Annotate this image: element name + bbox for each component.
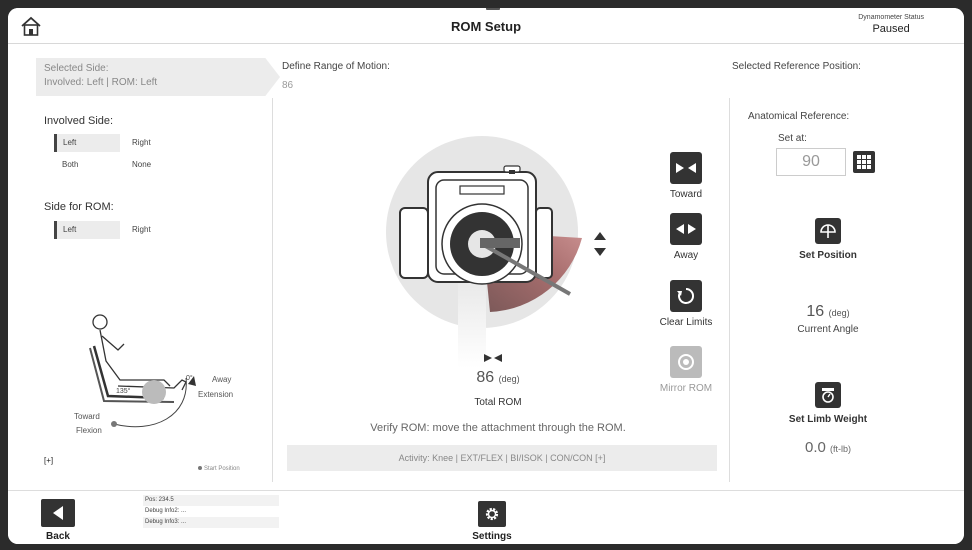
selected-side-summary: Selected Side: Involved: Left | ROM: Lef…: [36, 58, 280, 96]
selected-side-label: Selected Side:: [44, 63, 109, 74]
settings-label: Settings: [472, 531, 512, 542]
limb-weight-value: 0.0 (ft-lb): [768, 439, 888, 456]
start-position-legend-dot: [198, 466, 202, 471]
define-rom-value: 86: [282, 80, 294, 91]
involved-side-title: Involved Side:: [44, 115, 114, 127]
mirror-icon: [670, 346, 702, 378]
total-rom-value: 86 (deg): [418, 369, 578, 387]
knee-position-diagram: [89, 314, 196, 428]
side-for-rom-left[interactable]: Left: [54, 221, 120, 239]
selected-side-value: Involved: Left | ROM: Left: [44, 77, 158, 88]
mirror-rom-label: Mirror ROM: [659, 383, 713, 394]
flexion-label: Flexion: [76, 426, 102, 435]
current-angle-number: 16: [806, 303, 825, 320]
activity-bar[interactable]: Activity: Knee | EXT/FLEX | BI/ISOK | CO…: [287, 445, 717, 471]
limb-weight-number: 0.0: [804, 439, 826, 456]
settings-button[interactable]: [478, 501, 506, 527]
divider-right: [729, 98, 730, 482]
toward-label: Toward: [669, 189, 703, 200]
start-position-dot: [111, 421, 117, 427]
set-at-input[interactable]: 90: [776, 148, 846, 176]
define-rom-label: Define Range of Motion:: [282, 61, 390, 72]
away-label: Away: [673, 250, 699, 261]
clear-limits-label: Clear Limits: [659, 317, 713, 328]
reset-icon: [670, 280, 702, 312]
scale-icon: [815, 382, 841, 408]
toward-arrows-icon: [484, 354, 502, 362]
footer-bar: Back Pos: 234.5 Debug Info2: ... Debug I…: [8, 490, 964, 544]
back-label: Back: [46, 531, 70, 542]
left-handle: [399, 207, 429, 279]
dynamometer-status-label: Dynamometer Status: [858, 14, 924, 21]
current-angle-value: 16 (deg): [768, 303, 888, 321]
mirror-rom-button: Mirror ROM: [648, 346, 724, 394]
limb-weight-unit: (ft-lb): [830, 444, 852, 454]
involved-side-none[interactable]: None: [124, 156, 184, 174]
divider-left: [272, 98, 273, 482]
gear-icon: [485, 507, 499, 521]
set-position-label: Set Position: [799, 250, 857, 261]
dynamometer-status-value: Paused: [872, 23, 910, 35]
toward-icon: [670, 152, 702, 184]
angle-max-label: 135°: [116, 388, 131, 395]
debug-line: Pos: 234.5: [143, 495, 279, 506]
toward-button[interactable]: Toward: [648, 152, 724, 200]
start-position-legend: Start Position: [198, 466, 240, 472]
angle-zero-label: 0°: [186, 375, 193, 382]
back-button[interactable]: [41, 499, 75, 527]
involved-side-right[interactable]: Right: [124, 134, 184, 152]
back-arrow-icon: [53, 506, 63, 520]
clear-limits-button[interactable]: Clear Limits: [648, 280, 724, 328]
window-indicator: [486, 8, 500, 10]
debug-line: Debug Info2: ...: [145, 508, 187, 514]
total-rom-number: 86: [476, 369, 495, 386]
start-position-legend-label: Start Position: [204, 466, 240, 472]
away-icon: [670, 213, 702, 245]
selected-reference-label: Selected Reference Position:: [732, 61, 861, 72]
right-handle: [535, 207, 553, 279]
rom-setup-screen: ROM Setup Dynamometer Status Paused Sele…: [8, 8, 964, 544]
away-button[interactable]: Away: [648, 213, 724, 261]
current-angle-unit: (deg): [828, 308, 850, 318]
expand-button[interactable]: [+]: [44, 456, 53, 465]
dynamometer-rom-diagram: [386, 136, 606, 368]
total-rom-unit: (deg): [498, 374, 520, 384]
umbrella-icon: [815, 218, 841, 244]
page-title: ROM Setup: [450, 19, 522, 34]
involved-side-both[interactable]: Both: [54, 156, 120, 174]
side-for-rom-title: Side for ROM:: [44, 201, 114, 213]
header-bar: ROM Setup Dynamometer Status Paused: [8, 8, 964, 44]
away-label: Away: [212, 375, 232, 384]
anatomical-reference-title: Anatomical Reference:: [748, 111, 850, 122]
side-for-rom-right[interactable]: Right: [124, 221, 184, 239]
set-limb-weight-button[interactable]: Set Limb Weight: [768, 382, 888, 425]
debug-line: Debug Info3: ...: [143, 517, 279, 528]
total-rom-label: Total ROM: [474, 397, 522, 408]
current-angle-label: Current Angle: [797, 324, 859, 335]
set-limb-weight-label: Set Limb Weight: [788, 414, 868, 425]
extension-label: Extension: [198, 390, 234, 399]
keypad-icon[interactable]: [853, 151, 875, 173]
rotate-arrows-icon: [594, 232, 606, 256]
dynamometer-status: Dynamometer Status Paused: [858, 14, 924, 35]
set-position-button[interactable]: Set Position: [768, 218, 888, 261]
set-at-label: Set at:: [778, 133, 807, 144]
involved-side-left[interactable]: Left: [54, 134, 120, 152]
toward-label: Toward: [74, 412, 100, 421]
verify-instruction: Verify ROM: move the attachment through …: [370, 422, 626, 434]
